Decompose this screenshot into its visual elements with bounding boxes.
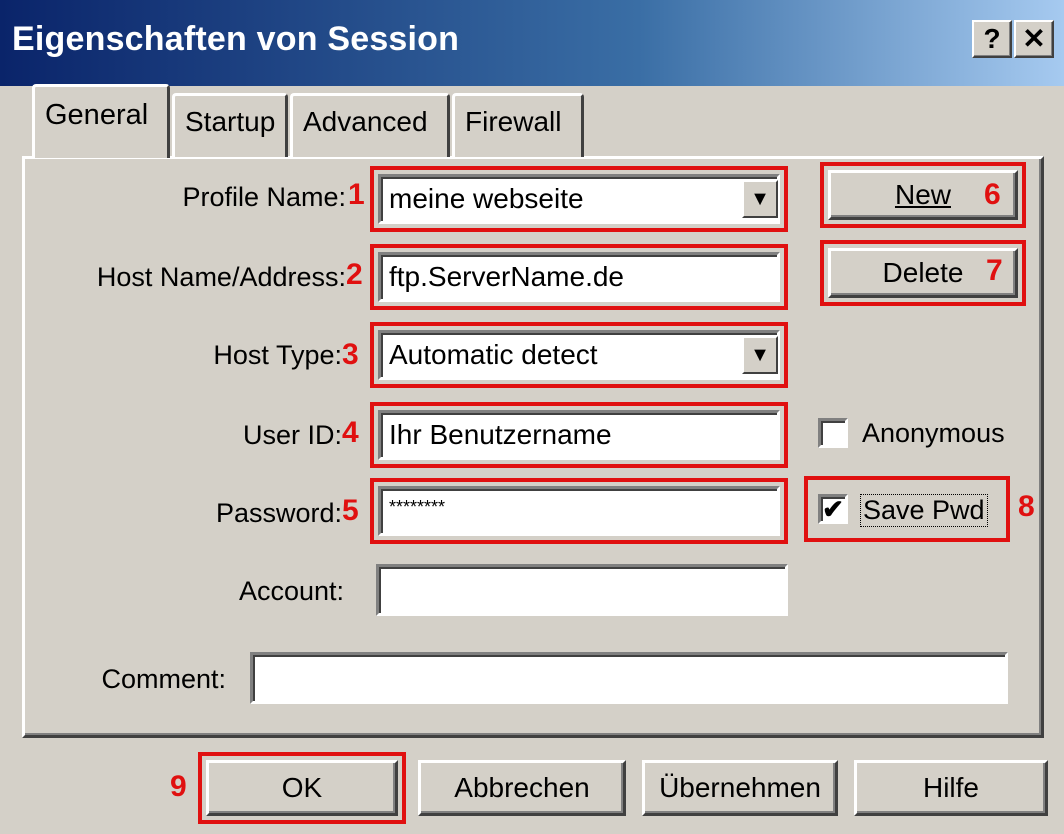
password-value: ******** xyxy=(389,497,446,517)
profile-name-label: Profile Name: xyxy=(182,182,346,212)
save-pwd-label: Save Pwd xyxy=(860,494,988,527)
anonymous-label: Anonymous xyxy=(862,418,1005,448)
tab-advanced-label: Advanced xyxy=(303,106,428,137)
save-pwd-checkbox[interactable]: ✔ xyxy=(818,494,848,524)
tab-startup[interactable]: Startup xyxy=(172,93,288,157)
delete-button-label: Delete xyxy=(882,257,964,288)
profile-name-value: meine webseite xyxy=(389,183,584,214)
user-id-label: User ID: xyxy=(242,420,342,450)
tab-general[interactable]: General xyxy=(32,84,170,158)
user-id-value: Ihr Benutzername xyxy=(389,419,612,450)
annotation-5: 5 xyxy=(342,494,359,527)
host-name-value: ftp.ServerName.de xyxy=(389,261,624,292)
help-icon[interactable]: ? xyxy=(972,20,1012,58)
password-input[interactable]: ******** xyxy=(378,486,780,536)
apply-button[interactable]: Übernehmen xyxy=(642,760,838,816)
anonymous-checkbox[interactable] xyxy=(818,418,848,448)
ok-button[interactable]: OK xyxy=(206,760,398,816)
new-button-label: New xyxy=(894,179,951,210)
user-id-input[interactable]: Ihr Benutzername xyxy=(378,410,780,460)
annotation-7: 7 xyxy=(986,254,1003,287)
comment-label: Comment: xyxy=(101,664,226,694)
account-input[interactable] xyxy=(376,564,788,616)
tab-advanced[interactable]: Advanced xyxy=(290,93,450,157)
annotation-2: 2 xyxy=(346,258,363,291)
annotation-4: 4 xyxy=(342,416,359,449)
host-type-combobox[interactable]: Automatic detect xyxy=(378,330,780,380)
annotation-9: 9 xyxy=(170,770,187,803)
annotation-1: 1 xyxy=(348,178,365,211)
host-name-label: Host Name/Address: xyxy=(96,262,346,292)
chevron-down-icon[interactable]: ▼ xyxy=(742,180,778,218)
tab-general-label: General xyxy=(45,99,149,131)
tab-startup-label: Startup xyxy=(185,106,276,137)
tab-firewall[interactable]: Firewall xyxy=(452,93,584,157)
account-label: Account: xyxy=(238,576,344,606)
help-button[interactable]: Hilfe xyxy=(854,760,1048,816)
password-label: Password: xyxy=(215,498,342,528)
annotation-3: 3 xyxy=(342,338,359,371)
annotation-8: 8 xyxy=(1018,490,1035,523)
close-icon[interactable]: ✕ xyxy=(1014,20,1054,58)
host-type-label: Host Type: xyxy=(213,340,342,370)
title-bar: Eigenschaften von Session ? ✕ xyxy=(0,0,1064,86)
chevron-down-icon[interactable]: ▼ xyxy=(742,336,778,374)
host-name-input[interactable]: ftp.ServerName.de xyxy=(378,252,780,302)
cancel-button[interactable]: Abbrechen xyxy=(418,760,626,816)
annotation-6: 6 xyxy=(984,178,1001,211)
tab-firewall-label: Firewall xyxy=(465,106,562,137)
comment-input[interactable] xyxy=(250,652,1008,704)
window-title: Eigenschaften von Session xyxy=(12,20,460,58)
host-type-value: Automatic detect xyxy=(389,339,598,370)
profile-name-combobox[interactable]: meine webseite xyxy=(378,174,780,224)
